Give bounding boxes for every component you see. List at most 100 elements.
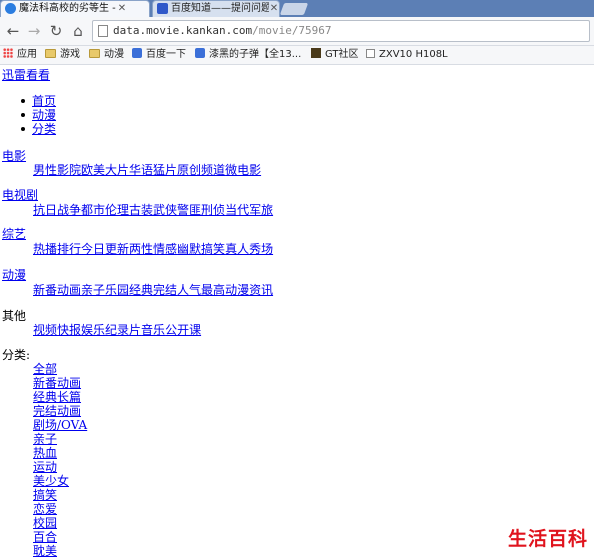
- paw-icon: [157, 3, 168, 14]
- site-title-link[interactable]: 迅雷看看: [2, 68, 50, 82]
- bookmark-label: 动漫: [104, 49, 124, 60]
- bookmark-games[interactable]: 游戏: [45, 48, 80, 62]
- subcategory-link[interactable]: 原创频道: [177, 163, 225, 177]
- subcategory-link[interactable]: 热播排行: [33, 242, 81, 256]
- url-host: data.movie.kankan.com: [113, 24, 253, 37]
- class-link[interactable]: 剧场/OVA: [33, 418, 87, 432]
- site-icon: [195, 48, 205, 58]
- subcategory-link[interactable]: 抗日战争: [33, 203, 81, 217]
- home-icon[interactable]: ⌂: [68, 21, 88, 41]
- folder-icon: [45, 49, 56, 58]
- tab-strip: 魔法科高校的劣等生 - 动✕ 百度知道——提问问题✕: [0, 0, 594, 17]
- subcategory-link[interactable]: 音乐: [141, 323, 165, 337]
- list-item: 恋爱: [33, 502, 87, 516]
- url-path: /movie/75967: [252, 24, 332, 37]
- subcategory-link[interactable]: 视频快报: [33, 323, 81, 337]
- class-link[interactable]: 搞笑: [33, 488, 57, 502]
- bookmarks-bar: 应用 游戏 动漫 百度一下 漆黑的子弹【全13... GT社区 ZXV10 H1…: [0, 46, 594, 65]
- class-link[interactable]: 恋爱: [33, 502, 57, 516]
- bookmark-gt[interactable]: GT社区: [311, 48, 359, 62]
- list-item: 全部: [33, 362, 87, 376]
- list-item: 完结动画: [33, 404, 87, 418]
- subcategory-link[interactable]: 真人秀场: [225, 242, 273, 256]
- bookmark-zxv10[interactable]: ZXV10 H108L: [366, 48, 448, 62]
- subcategory-link[interactable]: 经典完结: [129, 283, 177, 297]
- nav-anime-link[interactable]: 动漫: [32, 108, 56, 122]
- category-movie-link[interactable]: 电影: [2, 149, 26, 163]
- url-text: data.movie.kankan.com/movie/75967: [113, 24, 332, 37]
- subcategory-link[interactable]: 当代军旅: [225, 203, 273, 217]
- subcategory-link[interactable]: 娱乐: [81, 323, 105, 337]
- subcategory-link[interactable]: 新番动画: [33, 283, 81, 297]
- subcategory-link[interactable]: 男性影院: [33, 163, 81, 177]
- class-link[interactable]: 百合: [33, 530, 57, 544]
- list-item: 百合: [33, 530, 87, 544]
- category-tv-items: 抗日战争都市伦理古装武侠警匪刑侦当代军旅: [33, 203, 273, 217]
- subcategory-link[interactable]: 微电影: [225, 163, 261, 177]
- list-item: 美少女: [33, 474, 87, 488]
- category-movie-items: 男性影院欧美大片华语猛片原创频道微电影: [33, 163, 261, 177]
- page-icon: [366, 49, 375, 58]
- back-icon[interactable]: ←: [3, 21, 23, 41]
- subcategory-link[interactable]: 公开课: [165, 323, 201, 337]
- shield-icon: [5, 3, 16, 14]
- subcategory-link[interactable]: 古装武侠: [129, 203, 177, 217]
- class-link[interactable]: 热血: [33, 446, 57, 460]
- list-item: 经典长篇: [33, 390, 87, 404]
- list-item: 剧场/OVA: [33, 418, 87, 432]
- class-link[interactable]: 新番动画: [33, 376, 81, 390]
- subcategory-link[interactable]: 亲子乐园: [81, 283, 129, 297]
- class-link[interactable]: 完结动画: [33, 404, 81, 418]
- page-icon: [98, 25, 108, 37]
- list-item: 亲子: [33, 432, 87, 446]
- class-link[interactable]: 校园: [33, 516, 57, 530]
- bookmark-label: ZXV10 H108L: [379, 49, 448, 60]
- class-link[interactable]: 经典长篇: [33, 390, 81, 404]
- category-other-items: 视频快报娱乐纪录片音乐公开课: [33, 323, 201, 337]
- close-icon[interactable]: ✕: [269, 1, 279, 16]
- subcategory-link[interactable]: 今日更新: [81, 242, 129, 256]
- close-icon[interactable]: ✕: [117, 1, 127, 16]
- class-link[interactable]: 运动: [33, 460, 57, 474]
- subcategory-link[interactable]: 人气最高: [177, 283, 225, 297]
- nav-category-link[interactable]: 分类: [32, 122, 56, 136]
- nav-home-link[interactable]: 首页: [32, 94, 56, 108]
- category-anime-items: 新番动画亲子乐园经典完结人气最高动漫资讯: [33, 283, 273, 297]
- bookmark-baidu[interactable]: 百度一下: [132, 48, 186, 62]
- subcategory-link[interactable]: 都市伦理: [81, 203, 129, 217]
- subcategory-link[interactable]: 华语猛片: [129, 163, 177, 177]
- subcategory-link[interactable]: 警匪刑侦: [177, 203, 225, 217]
- category-tv-link[interactable]: 电视剧: [2, 188, 38, 202]
- subcategory-link[interactable]: 动漫资讯: [225, 283, 273, 297]
- browser-toolbar: ← → ↻ ⌂ data.movie.kankan.com/movie/7596…: [0, 17, 594, 46]
- subcategory-link[interactable]: 纪录片: [105, 323, 141, 337]
- category-anime-link[interactable]: 动漫: [2, 268, 26, 282]
- bookmark-black-bullet[interactable]: 漆黑的子弹【全13...: [195, 48, 301, 62]
- tab-active[interactable]: 魔法科高校的劣等生 - 动✕: [0, 0, 150, 17]
- subcategory-link[interactable]: 幽默搞笑: [177, 242, 225, 256]
- class-link[interactable]: 亲子: [33, 432, 57, 446]
- subcategory-link[interactable]: 欧美大片: [81, 163, 129, 177]
- class-link[interactable]: 耽美: [33, 544, 57, 558]
- list-item: 热血: [33, 446, 87, 460]
- category-variety-items: 热播排行今日更新两性情感幽默搞笑真人秀场: [33, 242, 273, 256]
- subcategory-link[interactable]: 两性情感: [129, 242, 177, 256]
- paw-icon: [132, 48, 142, 58]
- category-variety-link[interactable]: 综艺: [2, 227, 26, 241]
- nav-item: 首页: [16, 94, 56, 108]
- tab-title: 百度知道——提问问题: [171, 3, 269, 14]
- class-link[interactable]: 美少女: [33, 474, 69, 488]
- reload-icon[interactable]: ↻: [46, 21, 66, 41]
- nav-item: 分类: [16, 122, 56, 136]
- bookmark-apps[interactable]: 应用: [3, 48, 37, 62]
- new-tab-button[interactable]: [279, 3, 309, 15]
- class-link[interactable]: 全部: [33, 362, 57, 376]
- bookmark-anime[interactable]: 动漫: [89, 48, 124, 62]
- forward-icon[interactable]: →: [24, 21, 44, 41]
- address-bar[interactable]: data.movie.kankan.com/movie/75967: [92, 20, 590, 42]
- list-item: 耽美: [33, 544, 87, 558]
- folder-icon: [89, 49, 100, 58]
- category-other-heading: 其他: [2, 309, 27, 323]
- bookmark-label: 游戏: [60, 49, 80, 60]
- tab-inactive[interactable]: 百度知道——提问问题✕: [152, 0, 280, 17]
